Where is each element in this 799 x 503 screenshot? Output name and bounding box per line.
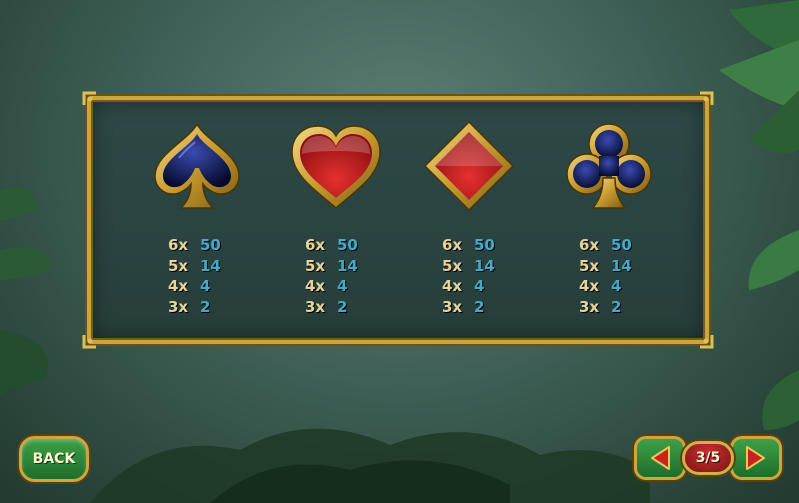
multiplier-label: 5x <box>579 256 600 275</box>
pay-row: 6x 50 <box>442 235 522 256</box>
pay-row: 6x 50 <box>305 235 385 256</box>
payout-value: 14 <box>611 256 632 275</box>
spade-paytable: 6x 50 5x 14 4x 4 3x 2 <box>168 235 248 317</box>
pay-row: 3x 2 <box>579 297 659 318</box>
payout-value: 50 <box>200 236 221 254</box>
diamond-paytable: 6x 50 5x 14 4x 4 3x 2 <box>442 235 522 317</box>
pay-row: 5x 14 <box>579 256 659 277</box>
payout-value: 14 <box>337 256 358 275</box>
frame-corner-ornament <box>698 333 714 349</box>
frame-corner-ornament <box>82 333 98 349</box>
payout-value: 4 <box>200 277 211 295</box>
prev-page-button[interactable] <box>634 436 686 480</box>
multiplier-label: 5x <box>442 256 463 275</box>
jungle-foliage-left <box>0 187 51 395</box>
pay-row: 3x 2 <box>305 297 385 318</box>
pay-row: 6x 50 <box>579 235 659 256</box>
arrow-right-icon <box>746 446 765 470</box>
payout-value: 4 <box>474 277 485 295</box>
multiplier-label: 3x <box>442 297 463 316</box>
heart-paytable: 6x 50 5x 14 4x 4 3x 2 <box>305 235 385 317</box>
page-indicator: 3/5 <box>682 441 734 475</box>
pay-row: 4x 4 <box>305 276 385 297</box>
jungle-foliage-bottom <box>90 428 650 503</box>
payout-value: 14 <box>200 256 221 275</box>
arrow-left-icon <box>651 446 670 470</box>
frame-corner-ornament <box>698 91 714 107</box>
payout-value: 50 <box>337 236 358 254</box>
pay-row: 5x 14 <box>442 256 522 277</box>
multiplier-label: 3x <box>168 297 189 316</box>
payout-value: 4 <box>337 277 348 295</box>
multiplier-label: 4x <box>442 277 463 295</box>
pay-row: 4x 4 <box>579 276 659 297</box>
multiplier-label: 6x <box>579 236 600 254</box>
back-button[interactable]: BACK <box>19 436 89 482</box>
pay-row: 5x 14 <box>305 256 385 277</box>
diamond-icon <box>421 118 517 214</box>
payout-value: 4 <box>611 277 622 295</box>
multiplier-label: 6x <box>305 236 326 254</box>
pay-row: 5x 14 <box>168 256 248 277</box>
pay-row: 6x 50 <box>168 235 248 256</box>
multiplier-label: 5x <box>305 256 326 275</box>
paytable-panel: 6x 50 5x 14 4x 4 3x 2 6x 50 5x 14 4x 4 3x 2 6x 50… <box>82 91 714 349</box>
multiplier-label: 4x <box>168 277 189 295</box>
payout-value: 2 <box>337 297 348 316</box>
payout-value: 2 <box>200 297 211 316</box>
pay-row: 4x 4 <box>168 276 248 297</box>
multiplier-label: 5x <box>168 256 189 275</box>
page-navigation: 3/5 <box>634 434 782 484</box>
payout-value: 2 <box>474 297 485 316</box>
multiplier-label: 3x <box>305 297 326 316</box>
pay-row: 3x 2 <box>442 297 522 318</box>
payout-value: 2 <box>611 297 622 316</box>
pay-row: 4x 4 <box>442 276 522 297</box>
next-page-button[interactable] <box>730 436 782 480</box>
multiplier-label: 6x <box>442 236 463 254</box>
heart-icon <box>288 118 384 214</box>
frame-corner-ornament <box>82 91 98 107</box>
multiplier-label: 6x <box>168 236 189 254</box>
club-paytable: 6x 50 5x 14 4x 4 3x 2 <box>579 235 659 317</box>
multiplier-label: 3x <box>579 297 600 316</box>
multiplier-label: 4x <box>579 277 600 295</box>
payout-value: 14 <box>474 256 495 275</box>
multiplier-label: 4x <box>305 277 326 295</box>
pay-row: 3x 2 <box>168 297 248 318</box>
club-icon <box>561 118 657 214</box>
payout-value: 50 <box>611 236 632 254</box>
payout-value: 50 <box>474 236 495 254</box>
jungle-foliage-right <box>748 230 799 430</box>
spade-icon <box>149 118 245 214</box>
